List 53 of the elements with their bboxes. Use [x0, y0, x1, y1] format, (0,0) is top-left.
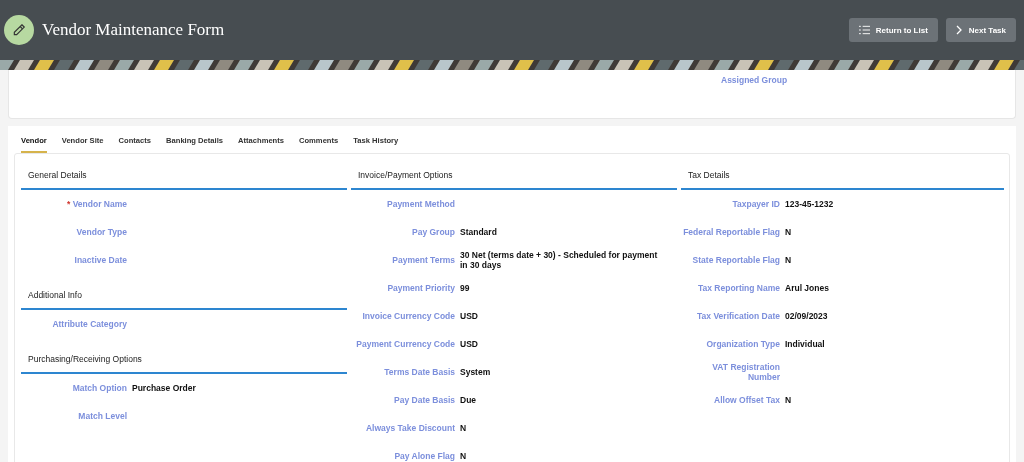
next-task-button[interactable]: Next Task	[945, 18, 1016, 42]
field-label: Match Option	[71, 383, 127, 393]
field-label: Organization Type	[705, 339, 780, 349]
field-label: Payment Currency Code	[355, 339, 455, 349]
field-value: N	[785, 255, 792, 265]
section-title: Invoice/Payment Options	[351, 162, 677, 190]
field-label: Tax Verification Date	[696, 311, 780, 321]
field-value: 02/09/2023	[785, 311, 828, 321]
page-title: Vendor Maintenance Form	[42, 20, 226, 40]
field-label: Payment Priority	[386, 283, 455, 293]
field-label: Vendor Type	[75, 227, 127, 237]
field-label: Allow Offset Tax	[713, 395, 780, 405]
field-label: Attribute Category	[51, 319, 127, 329]
field-value: System	[460, 367, 491, 377]
field-label: Payment Terms	[391, 255, 455, 265]
field-label: Match Level	[77, 411, 127, 421]
field-label: Pay Group	[411, 227, 455, 237]
chevron-right-icon	[955, 25, 963, 35]
list-icon	[858, 25, 870, 35]
field-label: Tax Reporting Name	[696, 283, 780, 293]
section-title: General Details	[21, 162, 347, 190]
field-value: 123-45-1232	[785, 199, 834, 209]
section-title: Purchasing/Receiving Options	[21, 346, 347, 374]
field-label: Assigned Group	[721, 75, 788, 86]
section-title: Tax Details	[681, 162, 1004, 190]
field-value: 99	[460, 283, 470, 293]
field-value: 30 Net (terms date + 30) - Scheduled for payment in 30 days	[460, 250, 659, 270]
return-to-list-button[interactable]: Return to List	[848, 18, 938, 42]
field-value: Arul Jones	[785, 283, 829, 293]
field-value: USD	[460, 311, 478, 321]
field-label: Payment Method	[386, 199, 455, 209]
field-value: N	[785, 395, 792, 405]
pencil-icon	[12, 23, 26, 37]
field-label: * Vendor Name	[66, 199, 127, 209]
field-value: N	[460, 451, 467, 461]
field-value: Due	[460, 395, 477, 405]
field-label: Pay Alone Flag	[393, 451, 455, 461]
field-label: Invoice Currency Code	[361, 311, 455, 321]
field-label: Taxpayer ID	[731, 199, 780, 209]
field-value: Individual	[785, 339, 825, 349]
field-label: State Reportable Flag	[691, 255, 780, 265]
field-label: Pay Date Basis	[393, 395, 455, 405]
field-value: Purchase Order	[132, 383, 196, 393]
field-label: Terms Date Basis	[383, 367, 455, 377]
field-label: VAT Registration Number	[711, 362, 780, 382]
field-label: Inactive Date	[73, 255, 127, 265]
field-label: Federal Reportable Flag	[682, 227, 780, 237]
section-title: Additional Info	[21, 282, 347, 310]
field-value: N	[460, 423, 467, 433]
field-value: N	[785, 227, 792, 237]
field-label: Always Take Discount	[364, 423, 455, 433]
field-value: USD	[460, 339, 478, 349]
field-value: Standard	[460, 227, 497, 237]
